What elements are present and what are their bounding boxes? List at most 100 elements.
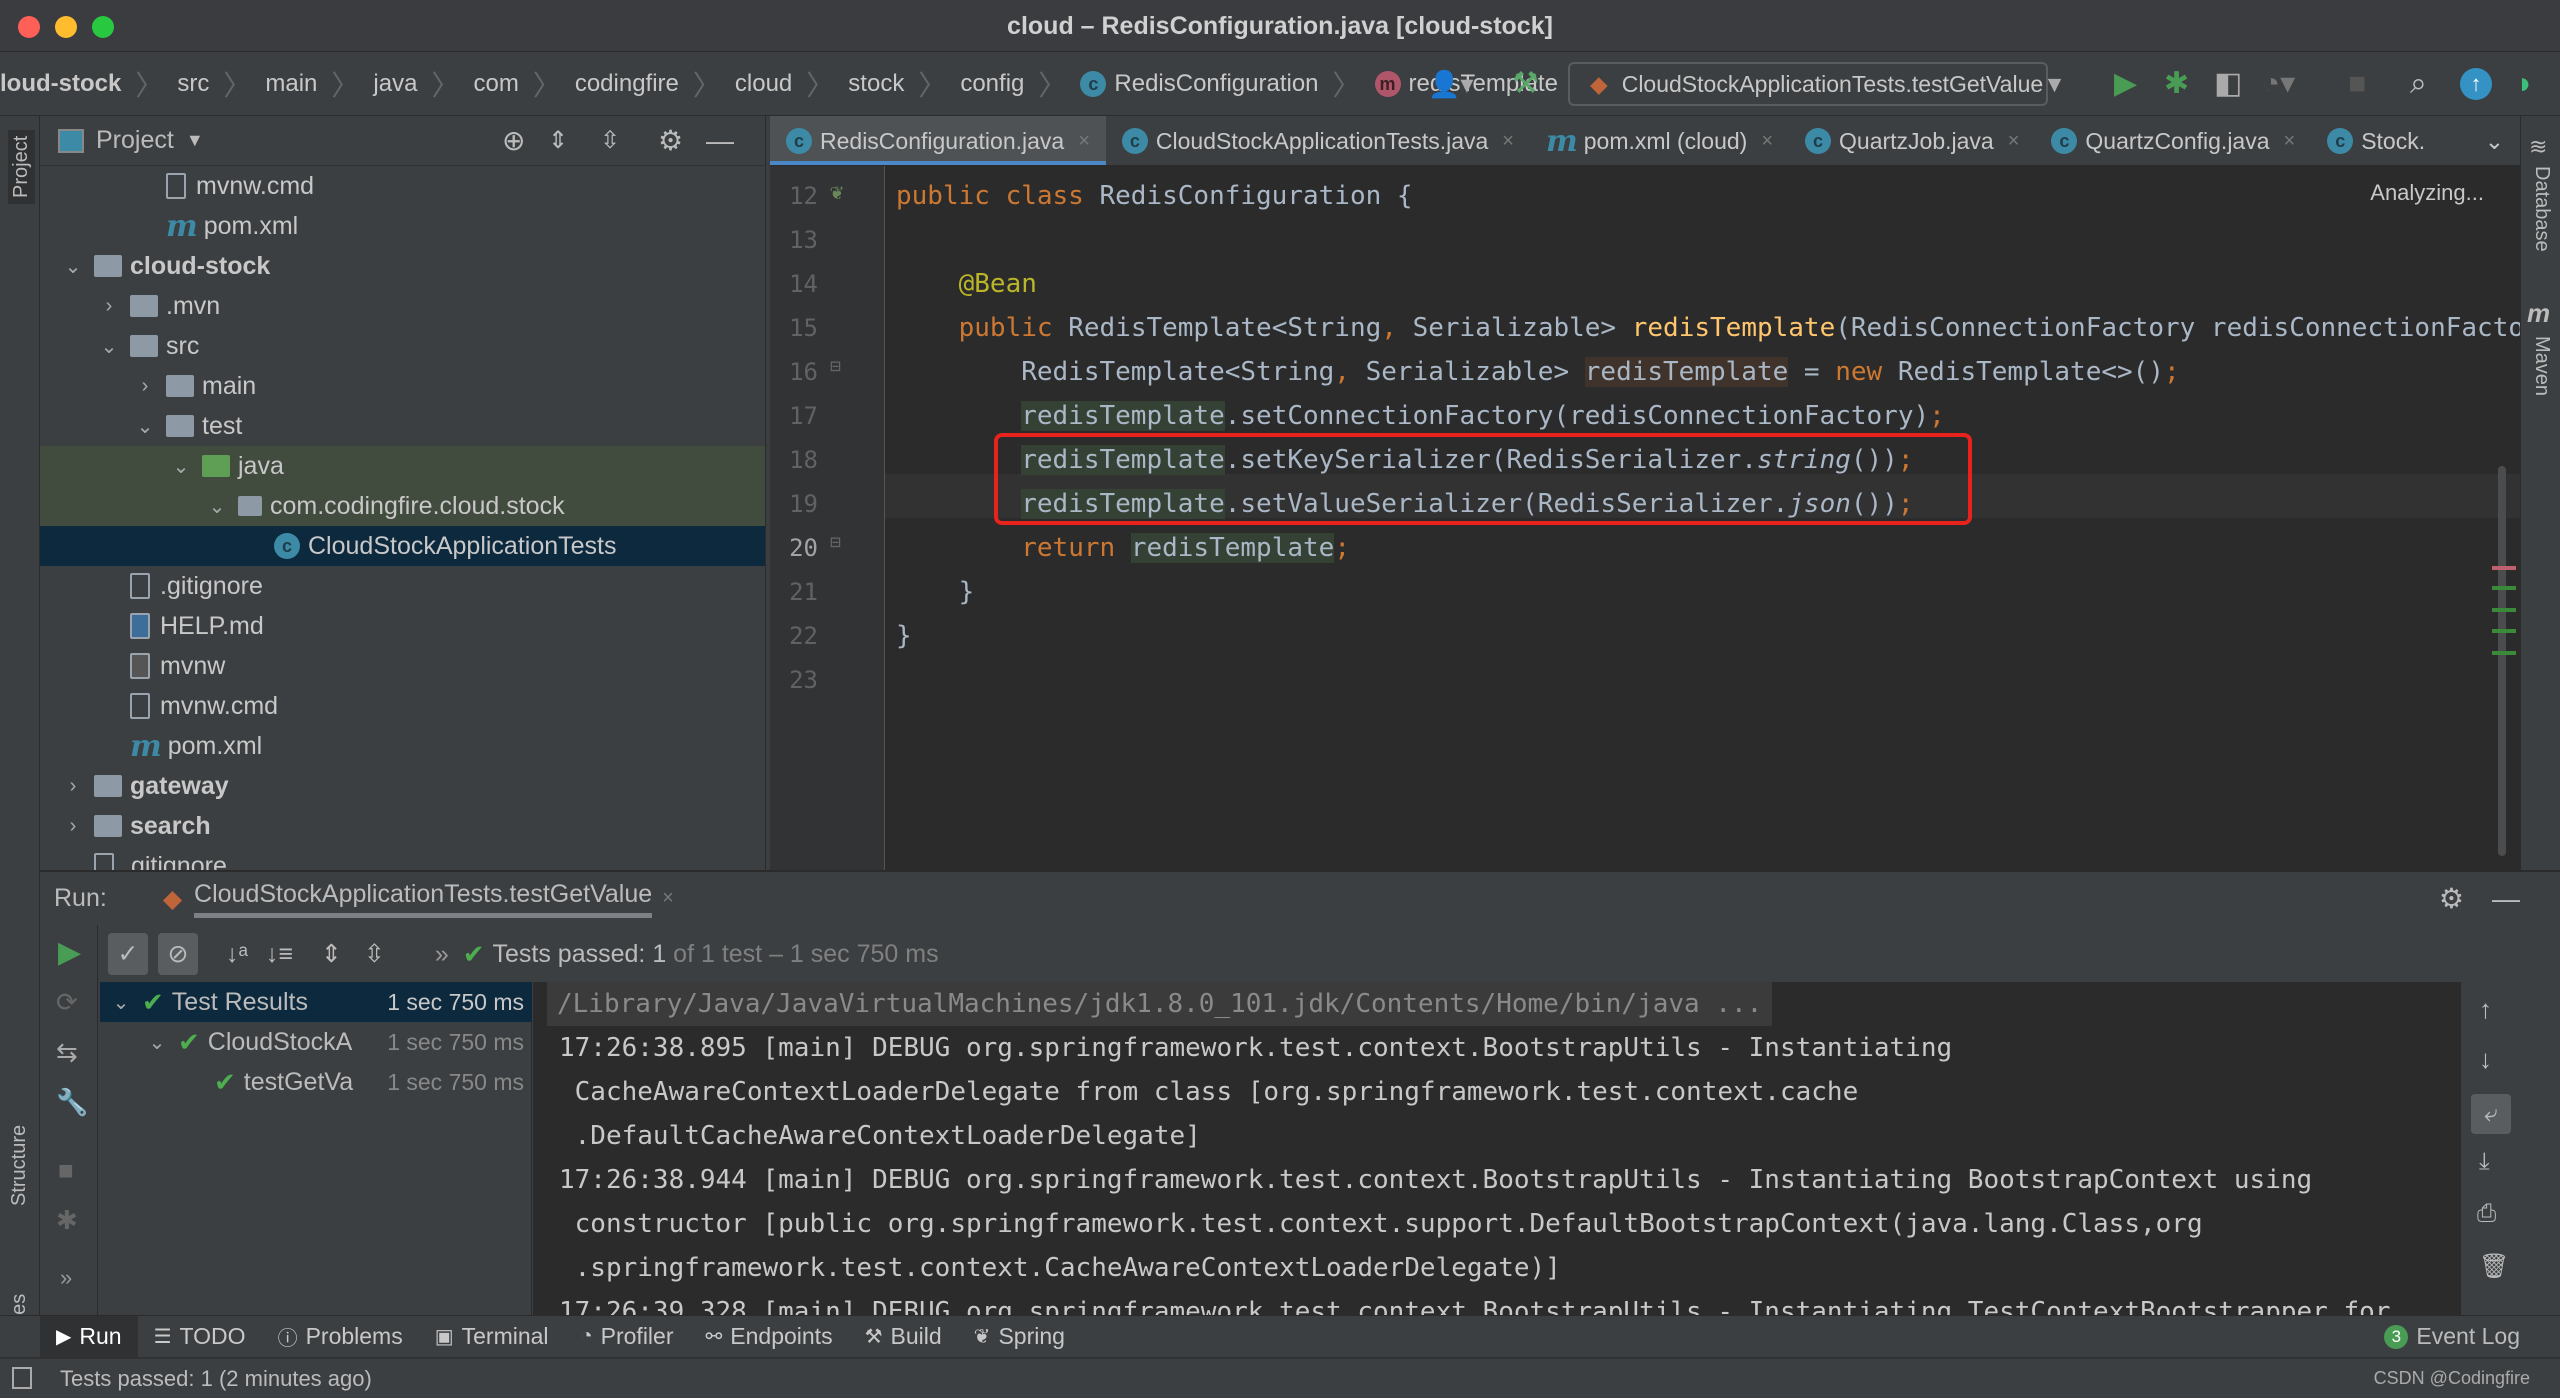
code-line[interactable]: @Bean xyxy=(896,262,2520,306)
tab-list-chevron-icon[interactable]: ⌄ xyxy=(2469,116,2520,165)
close-window-button[interactable] xyxy=(18,16,40,38)
tool-tab-hammer[interactable]: ⚒ Build xyxy=(849,1316,958,1358)
chevron-right-icon[interactable]: › xyxy=(62,775,84,798)
exit-icon[interactable]: ✱ xyxy=(56,1205,78,1236)
run-icon[interactable]: ▶ xyxy=(2114,64,2137,104)
project-view-selector[interactable]: Project xyxy=(96,126,174,155)
rerun-failed-icon[interactable]: ⟳ xyxy=(56,987,78,1018)
chevron-right-icon[interactable]: › xyxy=(62,815,84,838)
code-line[interactable]: RedisTemplate<String, Serializable> redi… xyxy=(896,350,2520,394)
editor-tab[interactable]: c Stock. xyxy=(2311,116,2441,165)
chevron-down-icon[interactable]: ⌄ xyxy=(146,1030,168,1055)
close-tab-icon[interactable]: × xyxy=(1078,130,1090,153)
chevron-down-icon[interactable]: ⌄ xyxy=(134,414,156,439)
tree-item[interactable]: .gitignore xyxy=(40,846,765,870)
breadcrumb-item[interactable]: java 〉 xyxy=(373,64,473,104)
debug-bug-icon[interactable]: ✱ xyxy=(2164,64,2189,104)
structure-tool-button[interactable]: Structure xyxy=(8,1125,31,1206)
tree-item[interactable]: ⌄ src xyxy=(40,326,765,366)
stop-icon[interactable]: ■ xyxy=(2348,64,2366,104)
editor-tab[interactable]: c RedisConfiguration.java × xyxy=(770,116,1106,165)
close-tab-icon[interactable]: × xyxy=(662,887,674,910)
breadcrumb-item[interactable]: codingfire 〉 xyxy=(575,64,735,104)
chevron-down-icon[interactable]: ⌄ xyxy=(62,254,84,279)
tree-item[interactable]: › .mvn xyxy=(40,286,765,326)
tree-item[interactable]: ⌄ cloud-stock xyxy=(40,246,765,286)
code-line[interactable]: return redisTemplate; xyxy=(896,526,2520,570)
editor-tab[interactable]: m pom.xml (cloud) × xyxy=(1530,116,1789,165)
chevron-down-icon[interactable]: ⌄ xyxy=(170,454,192,479)
test-result-item[interactable]: ✔ testGetVa 1 sec 750 ms xyxy=(100,1062,532,1102)
search-icon[interactable]: ⌕ xyxy=(2410,64,2427,104)
spring-bean-gutter-icon[interactable]: ❦ xyxy=(830,180,843,205)
close-tab-icon[interactable]: × xyxy=(2008,130,2020,153)
hide-panel-icon[interactable]: — xyxy=(706,125,734,157)
show-passed-toggle[interactable]: ✓ xyxy=(108,933,148,975)
tree-item[interactable]: mvnw.cmd xyxy=(40,166,765,206)
gear-icon[interactable]: ⚙ xyxy=(2439,882,2464,915)
test-result-item[interactable]: ⌄ ✔ Test Results 1 sec 750 ms xyxy=(100,982,532,1022)
profile-icon[interactable]: ◔▾ xyxy=(2262,64,2295,104)
arrow-up-icon[interactable]: ↑ xyxy=(2479,994,2492,1025)
tree-item[interactable]: .gitignore xyxy=(40,566,765,606)
editor-tab[interactable]: c QuartzConfig.java × xyxy=(2035,116,2311,165)
wrench-icon[interactable]: 🔧 xyxy=(56,1087,88,1118)
gear-icon[interactable]: ⚙ xyxy=(658,124,683,157)
print-icon[interactable]: ⎙ xyxy=(2477,1200,2496,1228)
change-marker[interactable] xyxy=(2492,651,2516,655)
more-icon[interactable]: » xyxy=(435,940,449,969)
build-hammer-icon[interactable]: ⚒ xyxy=(1512,64,1539,104)
sort-by-duration-icon[interactable]: ↓≡ xyxy=(266,940,293,969)
chevron-down-icon[interactable]: ⌄ xyxy=(110,990,132,1015)
run-configuration-select[interactable]: ◆ CloudStockApplicationTests.testGetValu… xyxy=(1568,62,2066,106)
maven-tool-button[interactable]: Maven xyxy=(2530,336,2553,396)
tree-item[interactable]: ⌄ com.codingfire.cloud.stock xyxy=(40,486,765,526)
code-line[interactable] xyxy=(896,218,2520,262)
test-result-item[interactable]: ⌄ ✔ CloudStockA 1 sec 750 ms xyxy=(100,1022,532,1062)
hide-panel-icon[interactable]: — xyxy=(2492,883,2520,915)
console-output[interactable]: /Library/Java/JavaVirtualMachines/jdk1.8… xyxy=(533,982,2460,1315)
chevron-down-icon[interactable]: ⌄ xyxy=(98,334,120,359)
close-tab-icon[interactable]: × xyxy=(2284,130,2296,153)
expand-all-icon[interactable]: ⇕ xyxy=(321,939,342,969)
code-line[interactable] xyxy=(896,658,2520,702)
expand-all-icon[interactable]: ⇕ xyxy=(548,126,568,155)
tool-tab-play[interactable]: ▶ Run xyxy=(40,1315,138,1358)
close-tab-icon[interactable]: × xyxy=(1502,130,1514,153)
chevron-down-icon[interactable]: ▼ xyxy=(186,130,204,151)
show-ignored-toggle[interactable]: ⊘ xyxy=(158,933,198,975)
update-icon[interactable]: ↑ xyxy=(2460,68,2492,100)
locate-icon[interactable]: ⊕ xyxy=(502,124,525,157)
chevron-right-icon[interactable]: › xyxy=(134,375,156,398)
change-marker[interactable] xyxy=(2492,629,2516,633)
tree-item[interactable]: m pom.xml xyxy=(40,206,765,246)
fold-icon[interactable]: ⊟ xyxy=(830,356,841,377)
code-line[interactable]: redisTemplate.setConnectionFactory(redis… xyxy=(896,394,2520,438)
breadcrumb-item[interactable]: config 〉 xyxy=(960,64,1080,104)
run-tab[interactable]: CloudStockApplicationTests.testGetValue xyxy=(194,880,653,918)
tree-item[interactable]: › search xyxy=(40,806,765,846)
tree-item[interactable]: › main xyxy=(40,366,765,406)
tree-item[interactable]: m pom.xml xyxy=(40,726,765,766)
coverage-icon[interactable]: ◧ xyxy=(2214,64,2242,104)
code-line[interactable]: public RedisTemplate<String, Serializabl… xyxy=(896,306,2520,350)
change-marker[interactable] xyxy=(2492,586,2516,590)
tool-tab-profiler[interactable]: ◔ Profiler xyxy=(565,1316,690,1358)
error-stripe-marker[interactable] xyxy=(2492,566,2516,570)
project-tool-button[interactable]: Project xyxy=(8,129,35,204)
minimize-window-button[interactable] xyxy=(55,16,77,38)
collapse-all-icon[interactable]: ⇳ xyxy=(364,939,385,969)
chevron-down-icon[interactable]: ⌄ xyxy=(206,494,228,519)
scroll-to-end-icon[interactable]: ⤓ xyxy=(2479,1148,2490,1176)
breadcrumb-item[interactable]: c RedisConfiguration 〉 xyxy=(1080,64,1374,104)
collapse-all-icon[interactable]: ⇳ xyxy=(600,126,620,155)
breadcrumb-item[interactable]: com 〉 xyxy=(473,64,574,104)
sort-alphabetically-icon[interactable]: ↓ᵃ xyxy=(226,940,248,969)
editor-tab[interactable]: c CloudStockApplicationTests.java × xyxy=(1106,116,1530,165)
tree-item[interactable]: mvnw xyxy=(40,646,765,686)
tool-tab-spring[interactable]: ❦ Spring xyxy=(958,1316,1081,1358)
editor-tab[interactable]: c QuartzJob.java × xyxy=(1789,116,2035,165)
tool-tab-list[interactable]: ☰ TODO xyxy=(138,1316,262,1358)
toggle-tool-windows-icon[interactable] xyxy=(12,1367,32,1389)
tree-item[interactable]: ⌄ java xyxy=(40,446,765,486)
